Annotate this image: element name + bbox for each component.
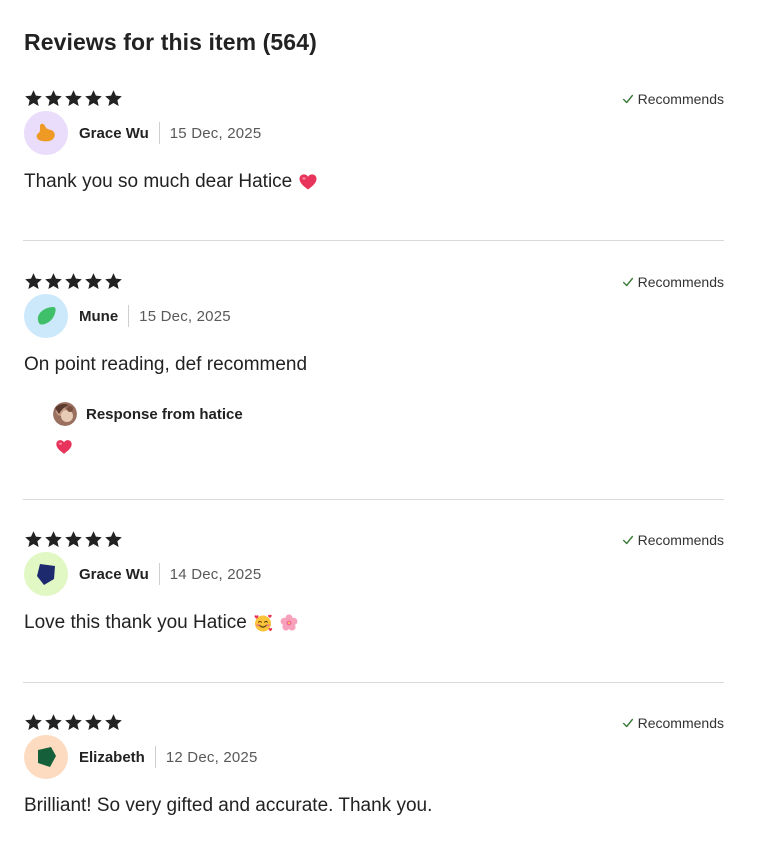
avatar[interactable]	[24, 552, 68, 596]
reviews-heading: Reviews for this item (564)	[24, 29, 317, 55]
star-icon	[44, 272, 63, 291]
star-icon	[24, 89, 43, 108]
review-date: 15 Dec, 2025	[139, 307, 231, 325]
avatar[interactable]	[24, 735, 68, 779]
checkmark-icon	[621, 92, 635, 106]
star-icon	[44, 89, 63, 108]
response-label: Response from hatice	[86, 405, 243, 423]
review-author-row: Mune 15 Dec, 2025	[24, 294, 231, 338]
review-text-content: Love this thank you Hatice	[24, 612, 247, 633]
recommends-label: Recommends	[637, 274, 724, 290]
avatar[interactable]	[24, 294, 68, 338]
recommends-badge: Recommends	[621, 715, 724, 731]
star-icon	[64, 713, 83, 732]
review-text-content: Brilliant! So very gifted and accurate. …	[24, 795, 433, 816]
review-text: On point reading, def recommend	[24, 354, 307, 376]
smiling-face-with-hearts-emoji-icon	[253, 613, 273, 633]
cherry-blossom-emoji-icon	[279, 613, 299, 633]
review-author-row: Grace Wu 15 Dec, 2025	[24, 111, 261, 155]
review-rating-row: Recommends	[24, 713, 724, 733]
star-rating	[24, 530, 123, 549]
divider	[128, 305, 130, 327]
star-icon	[24, 530, 43, 549]
star-icon	[44, 713, 63, 732]
divider	[154, 746, 156, 768]
avatar[interactable]	[24, 111, 68, 155]
recommends-label: Recommends	[637, 91, 724, 107]
review-text: Love this thank you Hatice	[24, 612, 299, 634]
seller-response-header: Response from hatice	[53, 402, 243, 426]
star-icon	[64, 530, 83, 549]
star-icon	[44, 530, 63, 549]
star-icon	[24, 713, 43, 732]
review-date: 14 Dec, 2025	[169, 565, 262, 583]
avatar-pentagon-icon	[37, 564, 55, 585]
reviewer-name[interactable]: Elizabeth	[79, 749, 145, 766]
avatar-pentagon-icon	[38, 747, 56, 767]
recommends-label: Recommends	[637, 532, 724, 548]
star-icon	[64, 89, 83, 108]
checkmark-icon	[621, 275, 635, 289]
recommends-label: Recommends	[637, 715, 724, 731]
review-rating-row: Recommends	[24, 89, 724, 109]
recommends-badge: Recommends	[621, 91, 724, 107]
review-divider	[23, 240, 724, 241]
review-author-row: Grace Wu 14 Dec, 2025	[24, 552, 261, 596]
star-icon	[84, 272, 103, 291]
avatar-blob-icon	[36, 123, 55, 142]
heart-emoji-icon	[55, 438, 73, 456]
star-icon	[84, 530, 103, 549]
checkmark-icon	[621, 533, 635, 547]
heart-emoji-icon	[298, 172, 318, 192]
review-rating-row: Recommends	[24, 272, 724, 292]
star-rating	[24, 272, 123, 291]
star-icon	[104, 89, 123, 108]
reviewer-name[interactable]: Grace Wu	[79, 125, 149, 142]
review-date: 15 Dec, 2025	[169, 124, 262, 142]
star-icon	[84, 89, 103, 108]
checkmark-icon	[621, 716, 635, 730]
star-icon	[84, 713, 103, 732]
review-text: Brilliant! So very gifted and accurate. …	[24, 795, 432, 817]
seller-response: Response from hatice	[53, 402, 243, 426]
star-icon	[104, 530, 123, 549]
star-icon	[104, 272, 123, 291]
divider	[158, 563, 160, 585]
divider	[158, 122, 160, 144]
review-rating-row: Recommends	[24, 530, 724, 550]
star-icon	[24, 272, 43, 291]
review-text-content: Thank you so much dear Hatice	[24, 171, 293, 192]
review-divider	[23, 682, 724, 683]
review-text-content: On point reading, def recommend	[24, 354, 308, 375]
recommends-badge: Recommends	[621, 274, 724, 290]
review-divider	[23, 499, 724, 500]
avatar-leaf-icon	[37, 306, 56, 325]
review-text: Thank you so much dear Hatice	[24, 171, 318, 193]
star-rating	[24, 713, 123, 732]
reviewer-name[interactable]: Grace Wu	[79, 566, 149, 583]
recommends-badge: Recommends	[621, 532, 724, 548]
review-date: 12 Dec, 2025	[165, 748, 258, 766]
star-icon	[64, 272, 83, 291]
star-icon	[104, 713, 123, 732]
seller-avatar[interactable]	[53, 402, 77, 426]
response-body	[55, 438, 73, 456]
star-rating	[24, 89, 123, 108]
reviewer-name[interactable]: Mune	[79, 308, 118, 325]
review-author-row: Elizabeth 12 Dec, 2025	[24, 735, 258, 779]
